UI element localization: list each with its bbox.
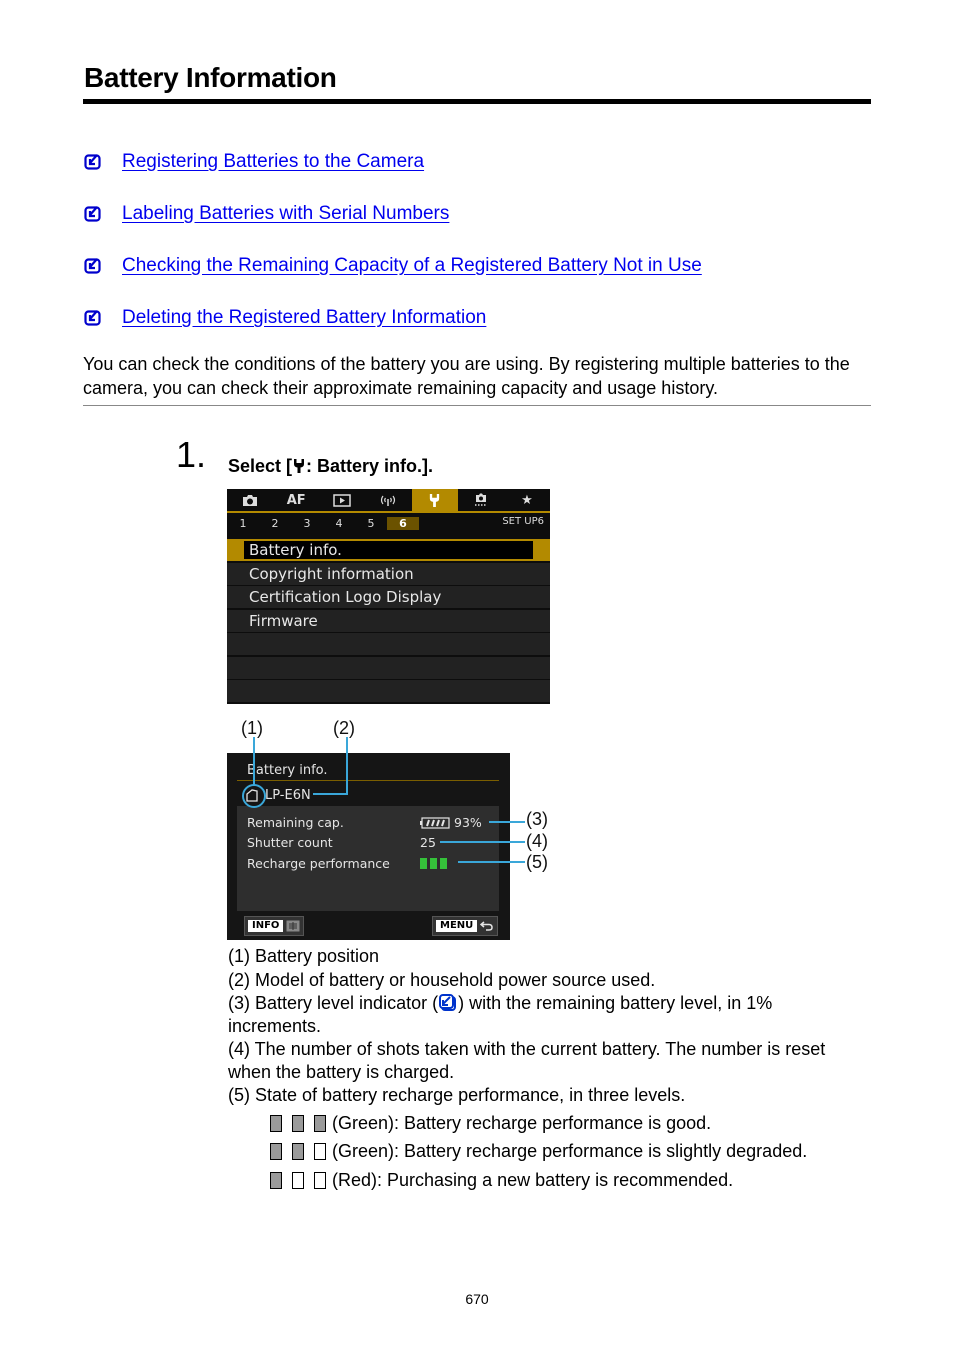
page-tab[interactable]: 4 <box>323 517 355 530</box>
menu-item-certification-logo[interactable]: Certification Logo Display <box>227 586 550 608</box>
legend-item-3-cont: increments. <box>228 1016 322 1036</box>
wireless-icon <box>381 495 396 506</box>
star-icon: ★ <box>521 492 533 508</box>
camera-menu-list: Battery info. Copyright information Cert… <box>227 539 550 704</box>
toc-item[interactable]: Registering Batteries to the Camera <box>84 150 424 174</box>
toc-link-registering[interactable]: Registering Batteries to the Camera <box>122 151 424 173</box>
menu-item-battery-info[interactable]: Battery info. <box>227 539 550 561</box>
tab-setup[interactable] <box>411 489 458 511</box>
menu-item-firmware[interactable]: Firmware <box>227 609 550 632</box>
wrench-icon <box>294 459 305 473</box>
wrench-icon <box>429 493 440 507</box>
tab-af[interactable]: AF <box>273 489 319 511</box>
tab-playback[interactable] <box>319 489 365 511</box>
level-block-filled <box>292 1114 304 1132</box>
legend-item-5: (5) State of battery recharge performanc… <box>228 1085 686 1105</box>
callout-lines <box>242 737 525 863</box>
menu-back-button[interactable]: MENU <box>432 916 499 936</box>
menu-item-empty <box>227 656 550 679</box>
page-title: Battery Information <box>84 62 337 93</box>
checkbox-arrow-icon <box>84 154 101 170</box>
page-tab[interactable]: 2 <box>259 517 291 530</box>
level-block-filled <box>270 1142 282 1160</box>
legend-item-1: (1) Battery position <box>228 946 380 966</box>
callout-circle-1 <box>242 784 266 808</box>
toc-item[interactable]: Checking the Remaining Capacity of a Reg… <box>84 254 702 278</box>
recharge-level-degraded: (Green): Battery recharge performance is… <box>270 1140 807 1162</box>
register-list-icon <box>286 920 300 932</box>
step-instruction: Select [ : Battery info.]. <box>228 456 433 477</box>
playback-icon <box>333 493 352 507</box>
checkbox-arrow-icon <box>84 310 101 326</box>
title-rule <box>83 99 871 104</box>
menu-item-empty <box>227 633 550 655</box>
level-block-filled <box>270 1114 282 1132</box>
toc-link-labeling[interactable]: Labeling Batteries with Serial Numbers <box>122 203 449 225</box>
info-key: INFO <box>248 920 284 932</box>
toc-link-checking[interactable]: Checking the Remaining Capacity of a Reg… <box>122 255 702 277</box>
legend-item-4: (4) The number of shots taken with the c… <box>228 1039 826 1059</box>
level-block-empty <box>292 1171 304 1189</box>
recharge-level-replace: (Red): Purchasing a new battery is recom… <box>270 1169 733 1191</box>
checkbox-arrow-icon <box>84 206 101 222</box>
menu-key: MENU <box>436 920 478 932</box>
level-indicator <box>270 1171 332 1189</box>
checkbox-arrow-icon <box>84 258 101 274</box>
callout-line-2 <box>313 737 348 795</box>
level-block-empty <box>314 1171 326 1189</box>
camera-menu-pages: 1 2 3 4 5 6 SET UP6 <box>227 513 550 533</box>
toc-item[interactable]: Deleting the Registered Battery Informat… <box>84 306 486 330</box>
level-indicator <box>270 1114 332 1132</box>
recharge-level-good: (Green): Battery recharge performance is… <box>270 1112 711 1134</box>
info-button[interactable]: INFO <box>244 916 305 936</box>
menu-page-label: SET UP6 <box>502 516 544 527</box>
camera-menu-screen: AF ★ 1 2 3 4 5 6 SET UP6 Battery info. C… <box>227 489 550 704</box>
level-block-filled <box>292 1142 304 1160</box>
intro-paragraph: You can check the conditions of the batt… <box>83 354 850 398</box>
toc-item[interactable]: Labeling Batteries with Serial Numbers <box>84 202 449 226</box>
page-tab-active[interactable]: 6 <box>387 516 419 530</box>
camera-icon <box>243 494 258 506</box>
legend-item-2: (2) Model of battery or household power … <box>228 970 656 990</box>
step-text-prefix: Select [ <box>228 456 293 476</box>
menu-item-copyright[interactable]: Copyright information <box>227 562 550 585</box>
legend-item-3: (3) Battery level indicator () with the … <box>228 993 773 1013</box>
page-tab[interactable]: 5 <box>355 517 387 530</box>
page-tab[interactable]: 1 <box>227 517 259 530</box>
tab-shooting[interactable] <box>227 489 273 511</box>
legend-item-4-cont: when the battery is charged. <box>228 1062 455 1082</box>
tab-my-menu[interactable]: ★ <box>504 489 550 511</box>
toc-link-deleting[interactable]: Deleting the Registered Battery Informat… <box>122 307 486 329</box>
page-tab[interactable]: 3 <box>291 517 323 530</box>
step-number: 1. <box>176 434 207 475</box>
level-block-filled <box>314 1114 326 1132</box>
page-number: 670 <box>465 1291 489 1307</box>
custom-camera-icon <box>474 493 487 506</box>
menu-item-empty <box>227 680 550 702</box>
return-arrow-icon <box>480 921 494 931</box>
camera-menu-tabs: AF ★ <box>227 489 550 513</box>
step-text-suffix: : Battery info.]. <box>306 456 434 476</box>
level-indicator <box>270 1142 332 1160</box>
tab-custom-functions[interactable] <box>458 489 504 511</box>
level-block-empty <box>314 1142 326 1160</box>
level-block-filled <box>270 1171 282 1189</box>
tab-wireless[interactable] <box>365 489 411 511</box>
section-divider <box>83 405 871 406</box>
reference-link-icon[interactable] <box>438 993 458 1013</box>
